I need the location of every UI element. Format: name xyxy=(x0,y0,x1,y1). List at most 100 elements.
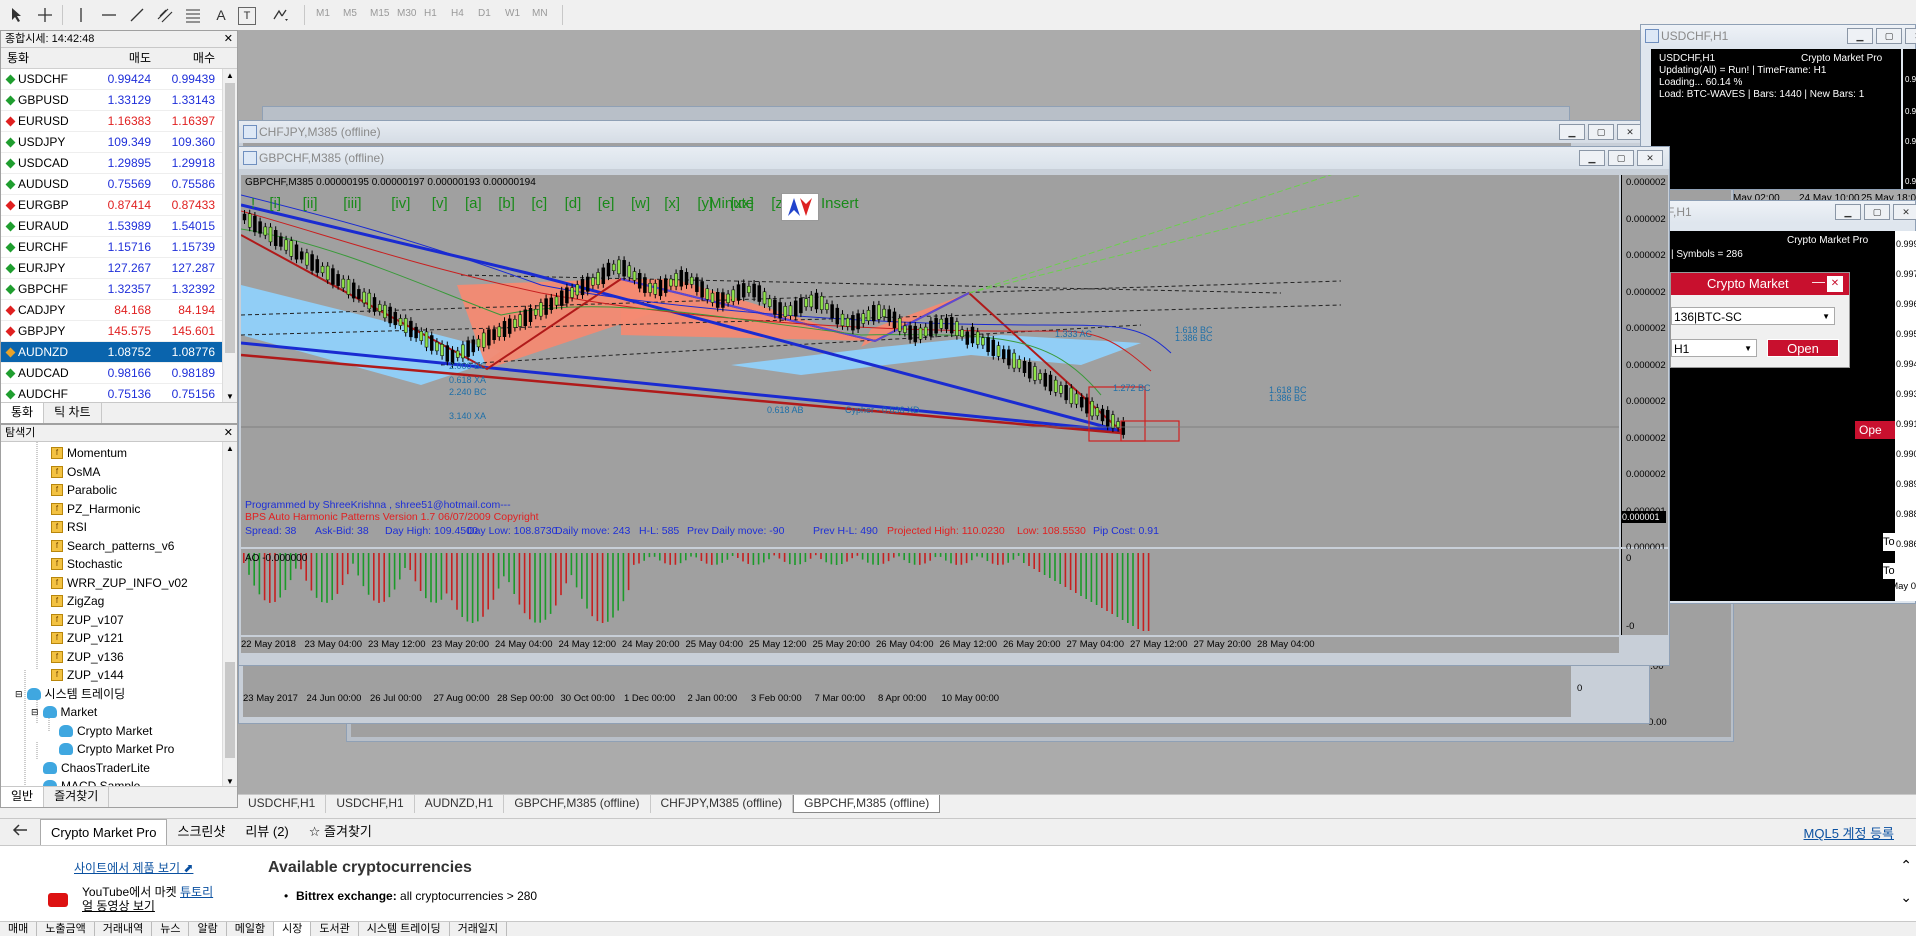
navigator-indicator[interactable]: f OsMA xyxy=(51,463,100,481)
navigator-indicator[interactable]: f Stochastic xyxy=(51,555,122,573)
timeframe-h1[interactable]: H1 xyxy=(424,8,437,19)
navigator-market-folder[interactable]: ⊟ Market xyxy=(31,703,97,721)
navigator-expert[interactable]: ChaosTraderLite xyxy=(43,759,150,777)
usdchf-chart-area[interactable]: USDCHF,H1 Crypto Market Pro Updating(All… xyxy=(1651,49,1916,204)
navigator-indicator[interactable]: f Momentum xyxy=(51,444,127,462)
market-watch-row[interactable]: GBPUSD 1.33129 1.33143 xyxy=(1,90,237,111)
navigator-indicator[interactable]: f Search_patterns_v6 xyxy=(51,537,174,555)
wave-button[interactable]: [e] xyxy=(598,195,615,212)
wave-button[interactable]: [c] xyxy=(531,195,547,212)
timeframe-m5[interactable]: M5 xyxy=(343,8,357,19)
to-button-2[interactable]: To xyxy=(1883,563,1895,579)
wave-button[interactable]: [w] xyxy=(631,195,650,212)
minimize-icon[interactable]: — xyxy=(1812,271,1825,293)
timeframe-d1[interactable]: D1 xyxy=(478,8,491,19)
fibonacci-icon[interactable] xyxy=(182,4,204,26)
close-button[interactable]: ✕ xyxy=(1637,150,1663,166)
window-tab[interactable]: USDCHF,H1 xyxy=(326,795,415,813)
market-watch-row[interactable]: USDCHF 0.99424 0.99439 xyxy=(1,69,237,90)
market-watch-row[interactable]: USDCAD 1.29895 1.29918 xyxy=(1,153,237,174)
chevron-down-icon[interactable]: ⌄ xyxy=(1900,889,1912,906)
terminal-tab[interactable]: 알람 xyxy=(189,922,227,936)
symbol-cell[interactable]: EURJPY xyxy=(1,258,91,278)
wave-button[interactable]: [ii] xyxy=(303,195,318,212)
symbol-cell[interactable]: GBPJPY xyxy=(1,321,91,341)
wave-button[interactable]: [i] xyxy=(269,195,281,212)
close-button[interactable]: ✕ xyxy=(1905,28,1916,44)
timeframe-m1[interactable]: M1 xyxy=(316,8,330,19)
market-watch-row[interactable]: EURGBP 0.87414 0.87433 xyxy=(1,195,237,216)
symbol-cell[interactable]: GBPCHF xyxy=(1,279,91,299)
maximize-button[interactable]: ▢ xyxy=(1608,150,1634,166)
terminal-tab[interactable]: 거래내역 xyxy=(95,922,153,936)
navigator-indicator[interactable]: f ZUP_v121 xyxy=(51,629,124,647)
window-tab[interactable]: AUDNZD,H1 xyxy=(415,795,505,813)
symbol-cell[interactable]: EURCHF xyxy=(1,237,91,257)
symbol-cell[interactable]: AUDCAD xyxy=(1,363,91,383)
tab-tick-chart[interactable]: 틱 차트 xyxy=(44,403,102,423)
to-button-1[interactable]: To xyxy=(1883,533,1895,551)
terminal-tab[interactable]: 시스템 트레이딩 xyxy=(359,922,450,936)
minimize-button[interactable]: ▁ xyxy=(1835,204,1861,220)
back-arrow-icon[interactable] xyxy=(0,819,40,845)
navigator-indicator[interactable]: f ZUP_v136 xyxy=(51,648,124,666)
navigator-indicator[interactable]: f RSI xyxy=(51,518,87,536)
navigator-indicator[interactable]: f PZ_Harmonic xyxy=(51,500,140,518)
chevron-up-icon[interactable]: ⌃ xyxy=(1900,857,1912,874)
trendline-icon[interactable] xyxy=(126,4,148,26)
market-watch-row[interactable]: GBPCHF 1.32357 1.32392 xyxy=(1,279,237,300)
terminal-tab[interactable]: 거래일지 xyxy=(450,922,508,936)
navigator-scrollbar[interactable]: ▲ ▼ xyxy=(222,442,237,788)
navigator-indicator[interactable]: f WRR_ZUP_INFO_v02 xyxy=(51,574,188,592)
symbol-cell[interactable]: AUDNZD xyxy=(1,342,91,362)
shapes-icon[interactable] xyxy=(270,4,292,26)
symbol-cell[interactable]: EURUSD xyxy=(1,111,91,131)
market-watch-row[interactable]: USDJPY 109.349 109.360 xyxy=(1,132,237,153)
symbol-cell[interactable]: USDCAD xyxy=(1,153,91,173)
open-button[interactable]: Open xyxy=(1767,339,1839,357)
market-watch-row[interactable]: CADJPY 84.168 84.194 xyxy=(1,300,237,321)
cursor-icon[interactable] xyxy=(6,4,28,26)
terminal-tab[interactable]: 시장 xyxy=(274,922,312,936)
tab-favorite[interactable]: ☆ 즐겨찾기 xyxy=(299,819,382,845)
window-tab[interactable]: GBPCHF,M385 (offline) xyxy=(504,795,651,813)
market-watch-row[interactable]: EURAUD 1.53989 1.54015 xyxy=(1,216,237,237)
window-tab[interactable]: CHFJPY,M385 (offline) xyxy=(651,795,794,813)
maximize-button[interactable]: ▢ xyxy=(1588,124,1614,140)
terminal-tab[interactable]: 도서관 xyxy=(311,922,359,936)
horizontal-line-icon[interactable] xyxy=(98,4,120,26)
symbol-cell[interactable]: GBPUSD xyxy=(1,90,91,110)
minute-label[interactable]: Minute xyxy=(709,195,754,212)
minimize-button[interactable]: ▁ xyxy=(1559,124,1585,140)
close-icon[interactable]: ✕ xyxy=(224,425,233,441)
navigator-system-trading[interactable]: ⊟ 시스템 트레이딩 xyxy=(15,685,125,703)
symbol-cell[interactable]: EURGBP xyxy=(1,195,91,215)
maximize-button[interactable]: ▢ xyxy=(1864,204,1890,220)
timeframe-w1[interactable]: W1 xyxy=(505,8,520,19)
insert-label[interactable]: Insert xyxy=(821,195,859,212)
main-chart-area[interactable] xyxy=(241,175,1619,547)
market-watch-row[interactable]: EURJPY 127.267 127.287 xyxy=(1,258,237,279)
wave-button[interactable]: [a] xyxy=(465,195,482,212)
market-watch-row[interactable]: AUDUSD 0.75569 0.75586 xyxy=(1,174,237,195)
window-tab[interactable]: USDCHF,H1 xyxy=(238,795,327,813)
timeframe-h4[interactable]: H4 xyxy=(451,8,464,19)
tab-reviews[interactable]: 리뷰 (2) xyxy=(235,819,298,845)
wave-button[interactable]: [iii] xyxy=(343,195,361,212)
terminal-tab[interactable]: 메일함 xyxy=(227,922,275,936)
wave-direction-icon[interactable] xyxy=(781,193,819,221)
youtube-link[interactable]: YouTube에서 마켓 튜토리 얼 동영상 보기 xyxy=(82,885,213,913)
label-icon[interactable]: T xyxy=(238,7,256,25)
channel-icon[interactable] xyxy=(154,4,176,26)
terminal-tab[interactable]: 노출금액 xyxy=(37,922,95,936)
market-watch-row[interactable]: GBPJPY 145.575 145.601 xyxy=(1,321,237,342)
timeframe-m15[interactable]: M15 xyxy=(370,8,389,19)
view-on-site-link[interactable]: 사이트에서 제품 보기 ⬈ xyxy=(74,859,193,876)
tab-screenshots[interactable]: 스크린샷 xyxy=(167,819,235,845)
terminal-tab[interactable]: 매매 xyxy=(0,922,38,936)
symbol-cell[interactable]: EURAUD xyxy=(1,216,91,236)
window-tab[interactable]: GBPCHF,M385 (offline) xyxy=(793,795,941,813)
column-symbol[interactable]: 통화 xyxy=(1,48,91,68)
timeframe-m30[interactable]: M30 xyxy=(397,8,416,19)
symbol-cell[interactable]: USDJPY xyxy=(1,132,91,152)
